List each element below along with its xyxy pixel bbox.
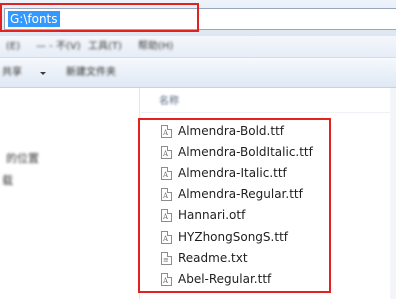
- toolbar: 共享 新建文件夹: [0, 58, 396, 88]
- column-divider: [141, 112, 396, 113]
- share-button[interactable]: 共享: [2, 67, 22, 79]
- scrollbar[interactable]: [390, 88, 396, 299]
- navigation-pane: 的位置 载: [0, 88, 140, 299]
- files-highlight-box: [138, 118, 331, 293]
- nav-item-recent-places[interactable]: 的位置: [6, 152, 39, 165]
- menu-item-view[interactable]: — - 不(V): [36, 41, 81, 53]
- new-folder-button[interactable]: 新建文件夹: [66, 67, 116, 79]
- menu-item-edit[interactable]: (E): [6, 41, 20, 53]
- menu-item-tools[interactable]: 工具(T): [88, 41, 122, 53]
- nav-item-downloads[interactable]: 载: [2, 174, 13, 187]
- chevron-down-icon[interactable]: [40, 72, 46, 75]
- column-header-name[interactable]: 名称: [159, 96, 179, 108]
- menu-item-help[interactable]: 帮助(H): [138, 41, 173, 53]
- menu-bar: (E) — - 不(V) 工具(T) 帮助(H): [0, 36, 396, 58]
- address-highlight-box: [0, 3, 199, 32]
